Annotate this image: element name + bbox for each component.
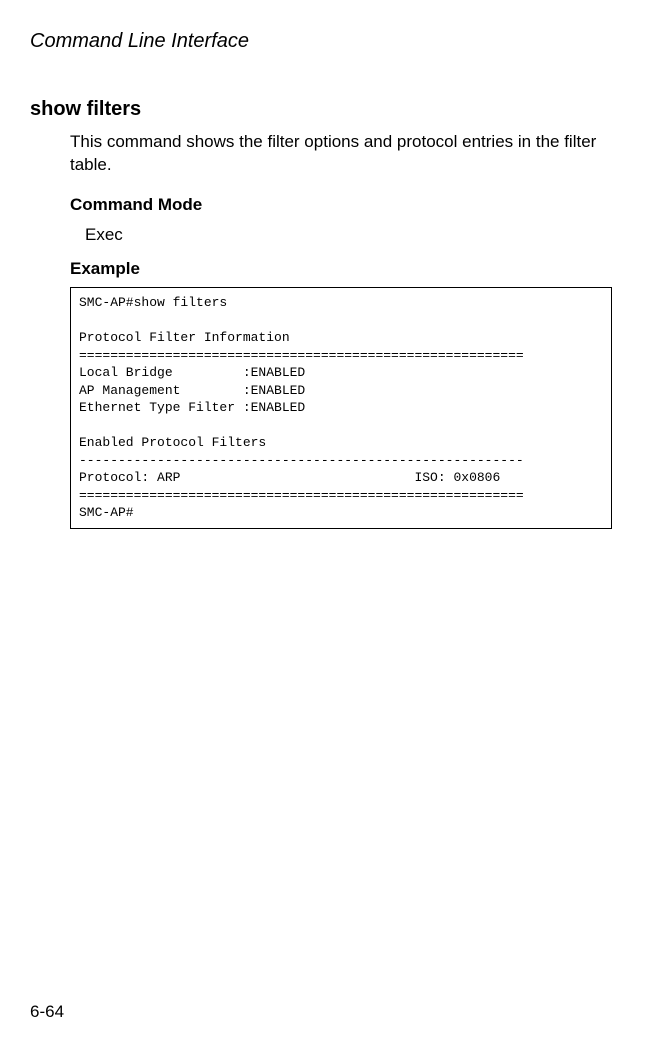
code-example-box: SMC-AP#show filters Protocol Filter Info…	[70, 287, 612, 529]
command-mode-label: Command Mode	[70, 195, 617, 215]
page-header: Command Line Interface	[30, 30, 617, 53]
command-description: This command shows the filter options an…	[70, 131, 607, 177]
section-title: show filters	[30, 98, 617, 121]
command-mode-value: Exec	[85, 225, 617, 245]
example-label: Example	[70, 259, 617, 279]
page-number: 6-64	[30, 1002, 64, 1022]
